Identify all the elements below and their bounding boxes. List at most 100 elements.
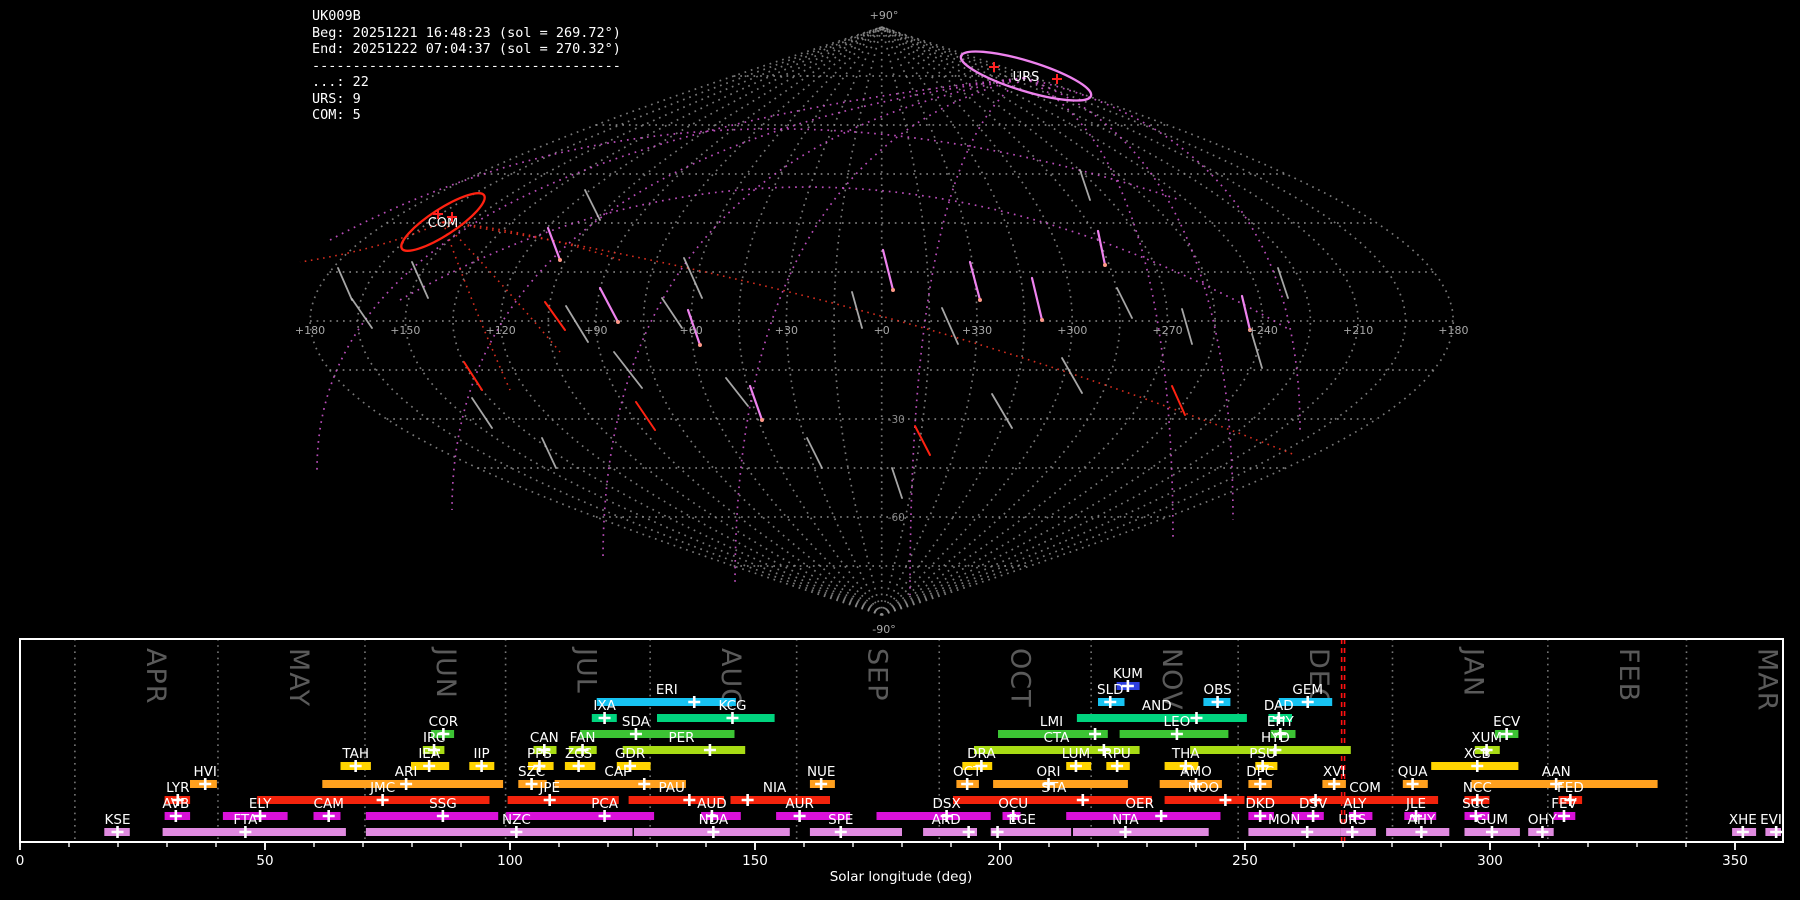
com-convergence-path	[299, 221, 444, 263]
lon-label-+180: +180	[1438, 324, 1468, 337]
info-line-2: End: 20251222 07:04:37 (sol = 270.32°)	[312, 41, 621, 57]
shower-label-NUE: NUE	[807, 764, 836, 780]
sporadic-meteor-trail	[991, 393, 1013, 429]
shower-bar-AND	[1076, 714, 1247, 722]
shower-bar-NTA	[1073, 828, 1209, 836]
shower-label-LUM: LUM	[1062, 746, 1090, 762]
urs-meteor-tip	[558, 258, 562, 262]
activity-chart: APR MAY JUN JUL AUG SEP OCT NOV DEC JAN FEB MARKUME…	[16, 638, 1784, 869]
shower-label-EGE: EGE	[1008, 812, 1036, 828]
lon-label-+30: +30	[775, 324, 798, 337]
lon-label-+180: +180	[295, 324, 325, 337]
shower-label-KCG: KCG	[718, 698, 746, 714]
shower-label-AVB: AVB	[162, 796, 189, 812]
shower-label-KUM: KUM	[1113, 666, 1143, 682]
month-label-JAN: JAN	[1458, 646, 1489, 697]
sporadic-meteor-trail	[411, 261, 429, 299]
shower-bar-SDA	[580, 730, 735, 738]
urs-arc-path	[399, 186, 1291, 331]
shower-label-IEA: IEA	[418, 746, 441, 762]
shower-bar-KCG	[657, 714, 775, 722]
shower-label-ECV: ECV	[1493, 714, 1521, 730]
shower-bar-FTA	[162, 828, 346, 836]
shower-label-OCT: OCT	[953, 764, 982, 780]
month-label-FEB: FEB	[1613, 648, 1644, 702]
pole-bottom-label: -90°	[872, 623, 895, 636]
com-convergence-path	[442, 221, 1296, 456]
lon-label-+150: +150	[390, 324, 420, 337]
lon-label-+90: +90	[584, 324, 607, 337]
urs-meteor-tip	[760, 418, 764, 422]
x-axis-tick-label-350: 350	[1722, 853, 1748, 869]
com-meteor-trail	[1171, 385, 1186, 416]
shower-label-XUM: XUM	[1471, 730, 1502, 746]
urs-convergence-path	[1023, 77, 1174, 541]
shower-label-AUR: AUR	[785, 796, 814, 812]
urs-meteor-tip	[978, 298, 982, 302]
info-line-1: Beg: 20251221 16:48:23 (sol = 269.72°)	[312, 24, 621, 41]
sporadic-meteor-trail	[1116, 287, 1133, 319]
x-axis-tick-label-0: 0	[16, 853, 25, 869]
lat-label--30: -30	[888, 414, 905, 426]
shower-label-FAN: FAN	[570, 730, 596, 746]
shower-label-AMO: AMO	[1180, 764, 1212, 780]
shower-label-NTA: NTA	[1112, 812, 1139, 828]
lon-label-+240: +240	[1248, 324, 1278, 337]
shower-label-DKD: DKD	[1245, 796, 1275, 812]
sporadic-meteor-trail	[806, 437, 823, 469]
x-axis-tick-label-100: 100	[497, 853, 523, 869]
shower-peak-marker-ARD	[962, 826, 975, 838]
shower-label-XCB: XCB	[1464, 746, 1491, 762]
month-label-JUN: JUN	[430, 646, 461, 699]
shower-label-JMC: JMC	[369, 780, 395, 796]
x-axis-tick-label-150: 150	[742, 853, 768, 869]
shower-label-ERI: ERI	[656, 682, 678, 698]
shower-label-GEM: GEM	[1292, 682, 1323, 698]
urs-meteor-trail	[1030, 276, 1044, 322]
sporadic-meteor-trail	[891, 467, 903, 499]
shower-label-OBS: OBS	[1203, 682, 1231, 698]
info-line-4: ...: 22	[312, 74, 369, 90]
urs-meteor-trail	[881, 248, 895, 292]
com-convergence-path	[442, 221, 511, 391]
info-line-0: UK009B	[312, 8, 361, 24]
shower-bar-SPE	[809, 828, 902, 836]
shower-label-EVI: EVI	[1760, 812, 1782, 828]
lon-label-+270: +270	[1152, 324, 1182, 337]
shower-label-NOO: NOO	[1188, 780, 1219, 796]
shower-label-XVI: XVI	[1323, 764, 1345, 780]
shower-label-TAH: TAH	[341, 746, 369, 762]
shower-label-SCC: SCC	[1462, 796, 1489, 812]
shower-bar-OER	[1066, 812, 1221, 820]
urs-meteor-trail	[1096, 229, 1107, 267]
shower-label-SDA: SDA	[622, 714, 651, 730]
month-label-MAR: MAR	[1752, 648, 1783, 712]
shower-peak-marker-PER	[703, 744, 716, 756]
shower-label-PPS: PPS	[527, 746, 552, 762]
shower-label-RPU: RPU	[1103, 746, 1130, 762]
shower-label-AUD: AUD	[697, 796, 727, 812]
shower-bar-SSG	[365, 812, 499, 820]
urs-meteor-tip	[1103, 263, 1107, 267]
shower-label-OER: OER	[1125, 796, 1154, 812]
shower-peak-marker-CAP	[638, 778, 651, 790]
shower-peak-marker-STA	[1076, 794, 1089, 806]
shower-label-JPE: JPE	[538, 780, 560, 796]
shower-label-ORI: ORI	[1037, 764, 1061, 780]
shower-label-CAM: CAM	[314, 796, 344, 812]
urs-meteor-tip	[616, 320, 620, 324]
x-axis-tick-label-300: 300	[1477, 853, 1503, 869]
shower-label-XHE: XHE	[1729, 812, 1757, 828]
radiant-cross-marker	[1052, 74, 1062, 84]
shower-label-ELY: ELY	[249, 796, 272, 812]
shower-label-OCU: OCU	[998, 796, 1028, 812]
shower-label-NCC: NCC	[1463, 780, 1492, 796]
shower-label-ARI: ARI	[395, 764, 418, 780]
shower-bar-MON	[1248, 828, 1341, 836]
shower-label-SZC: SZC	[518, 764, 545, 780]
shower-label-IXA: IXA	[593, 698, 616, 714]
sporadic-meteor-trail	[541, 437, 557, 469]
lat-label--60: -60	[888, 512, 905, 524]
shower-label-PCA: PCA	[591, 796, 619, 812]
shower-bar-NOO	[1164, 796, 1245, 804]
